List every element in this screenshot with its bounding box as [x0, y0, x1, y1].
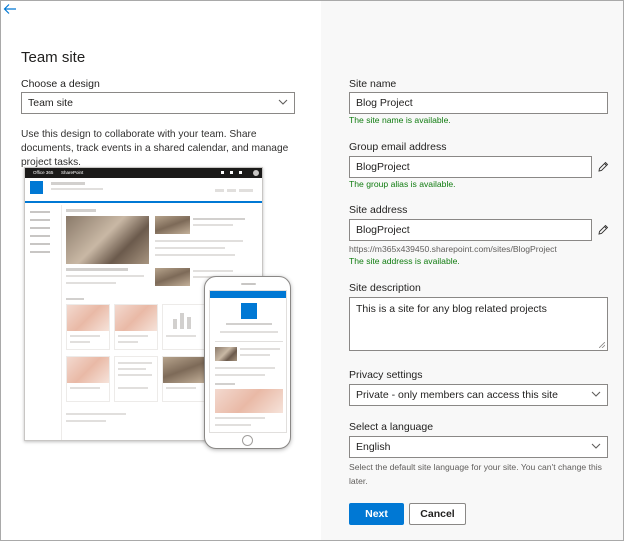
preview-site-header [25, 178, 262, 203]
privacy-dropdown[interactable]: Private - only members can access this s… [349, 384, 608, 406]
mobile-preview-screen [209, 290, 287, 433]
site-name-input[interactable]: Blog Project [349, 92, 608, 114]
site-address-url: https://m365x439450.sharepoint.com/sites… [349, 244, 557, 254]
site-description-input[interactable]: This is a site for any blog related proj… [349, 297, 608, 351]
design-dropdown[interactable]: Team site [21, 92, 295, 114]
site-description-label: Site description [349, 282, 421, 294]
chevron-down-icon [591, 391, 601, 397]
resize-grip-icon[interactable] [599, 342, 605, 348]
preview-news-photo [66, 216, 149, 264]
language-label: Select a language [349, 421, 434, 433]
site-address-label: Site address [349, 204, 408, 216]
cancel-button[interactable]: Cancel [409, 503, 466, 525]
group-email-input[interactable]: BlogProject [349, 156, 592, 178]
pencil-icon[interactable] [597, 224, 609, 236]
language-hint: Select the default site language for you… [349, 462, 602, 486]
preview-left-nav [25, 205, 62, 440]
preview-suite-app: SharePoint [61, 170, 84, 175]
language-dropdown[interactable]: English [349, 436, 608, 458]
site-address-input[interactable]: BlogProject [349, 219, 592, 241]
privacy-label: Privacy settings [349, 369, 423, 381]
design-dropdown-value: Team site [28, 97, 73, 109]
panel-title: Team site [21, 49, 86, 66]
group-email-label: Group email address [349, 141, 447, 153]
design-preview-image: Office 365 SharePoint [21, 163, 303, 449]
preview-suite-bar: Office 365 SharePoint [25, 168, 262, 178]
preview-suite-brand: Office 365 [33, 170, 54, 175]
language-dropdown-value: English [356, 441, 391, 453]
group-email-status: The group alias is available. [349, 179, 456, 189]
chevron-down-icon [591, 443, 601, 449]
design-label: Choose a design [21, 78, 100, 90]
site-description-value: This is a site for any blog related proj… [356, 303, 547, 315]
site-address-status: The site address is available. [349, 256, 460, 266]
site-name-label: Site name [349, 78, 397, 90]
mobile-preview [204, 276, 291, 449]
pencil-icon[interactable] [597, 161, 609, 173]
chevron-down-icon [278, 99, 288, 105]
back-arrow-icon[interactable] [3, 2, 17, 16]
next-button[interactable]: Next [349, 503, 404, 525]
preview-site-logo [30, 181, 43, 194]
site-name-status: The site name is available. [349, 115, 451, 125]
privacy-dropdown-value: Private - only members can access this s… [356, 389, 558, 401]
